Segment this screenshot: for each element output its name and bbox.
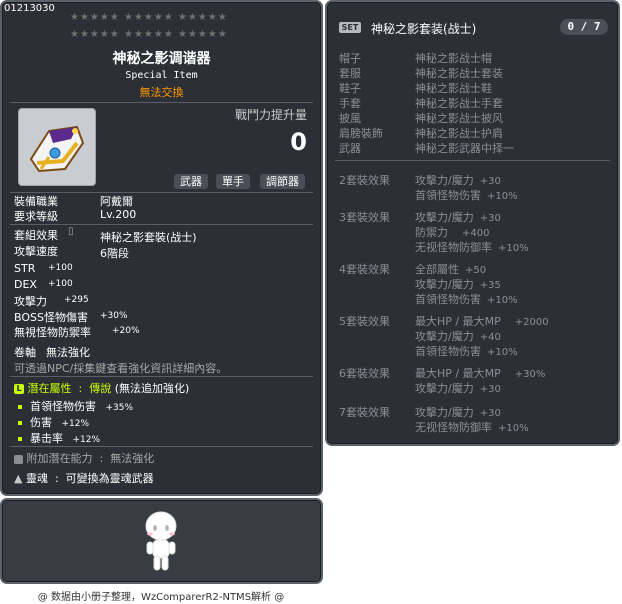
level-value: Lv.200 — [100, 208, 137, 221]
set-bonus-line: 首領怪物伤害 +10% — [415, 293, 518, 306]
set-bonus-label: 7套裝效果 — [339, 406, 390, 419]
additional-potential-icon — [14, 454, 23, 464]
bullet-icon — [18, 421, 22, 425]
stat-ignore-def-value: +20% — [112, 326, 140, 336]
set-bonus-line: 首領怪物伤害 +10% — [415, 345, 518, 358]
item-name: 神秘之影调谐器 — [112, 51, 211, 67]
set-effect-label: 套組效果 — [14, 229, 58, 242]
star-force-row-2: ★★★★★ ★★★★★ ★★★★★ — [70, 29, 228, 40]
stat-boss-damage-label: BOSS怪物傷害 — [14, 311, 88, 324]
set-bonus-line: 攻擊力/魔力 +40 — [415, 330, 501, 343]
scroll-value: 無法強化 — [46, 346, 90, 359]
potential-label: 潛在屬性 — [27, 382, 72, 395]
stat-dex-value: +100 — [48, 279, 73, 289]
potential-note: (無法追加強化) — [114, 382, 190, 395]
set-count: 0 / 7 — [560, 19, 608, 35]
tag-adjuster: 調節器 — [260, 174, 305, 189]
set-bonus-line: 攻擊力/魔力 +35 — [415, 278, 501, 291]
attack-speed-value: 6階段 — [100, 247, 129, 260]
stat-attack-value: +295 — [64, 295, 89, 305]
divider — [10, 224, 313, 225]
set-bonus-label: 4套裝效果 — [339, 263, 390, 276]
attack-speed-label: 攻擊速度 — [14, 245, 58, 258]
item-code: 01213030 — [4, 3, 55, 14]
set-bonus-line: 攻擊力/魔力 +30 — [415, 211, 501, 224]
lock-icon: ▯ — [68, 226, 74, 237]
potential-legend-icon: L — [14, 384, 24, 394]
item-icon-frame — [18, 108, 96, 186]
divider — [10, 446, 313, 447]
divider — [10, 102, 313, 103]
set-bonus-line: 无视怪物防御率 +10% — [415, 241, 529, 254]
set-bonus-label: 3套裝效果 — [339, 211, 390, 224]
set-badge: SET — [339, 22, 361, 33]
set-effect-value: 神秘之影套裝(战士) — [100, 231, 197, 244]
bullet-icon — [18, 437, 22, 441]
stat-attack-label: 攻擊力 — [14, 295, 47, 308]
bullet-icon — [18, 405, 22, 409]
potential-line: 暴击率 +12% — [18, 430, 100, 446]
job-value: 阿戴爾 — [100, 195, 133, 208]
potential-grade: 傳說 — [89, 382, 112, 395]
set-bonus-label: 5套裝效果 — [339, 315, 390, 328]
stat-boss-damage-value: +30% — [100, 311, 128, 321]
set-piece-row: 手套 神秘之影战士手套 — [339, 97, 503, 110]
set-info-panel: SET 神秘之影套装(战士) 0 / 7 帽子 神秘之影战士帽 套服 神秘之影战士套… — [325, 0, 620, 446]
set-piece-row: 武器 神秘之影武器中择一 — [339, 142, 514, 155]
set-piece-row: 披風 神秘之影战士披风 — [339, 112, 503, 125]
set-piece-row: 套服 神秘之影战士套装 — [339, 67, 503, 80]
additional-potential-row: 附加潛在能力 : 無法強化 — [14, 450, 154, 466]
potential-header: L 潛在屬性 : 傳說 (無法追加強化) — [14, 380, 189, 396]
set-bonus-line: 攻擊力/魔力 +30 — [415, 406, 501, 419]
set-bonus-line: 攻擊力/魔力 +30 — [415, 174, 501, 187]
avatar-figure-icon — [145, 511, 177, 571]
tag-one-handed: 單手 — [216, 174, 250, 189]
set-piece-row: 肩膀裝飾 神秘之影战士护肩 — [339, 127, 503, 140]
divider — [10, 376, 313, 377]
potential-line: 伤害 +12% — [18, 414, 89, 430]
set-bonus-line: 攻擊力/魔力 +30 — [415, 382, 501, 395]
set-bonus-line: 首領怪物伤害 +10% — [415, 189, 518, 202]
item-type-label: Special Item — [125, 70, 198, 81]
npc-enhance-note: 可透過NPC/採集鍵查看強化資訊詳細內容。 — [14, 362, 228, 375]
star-force-row-1: ★★★★★ ★★★★★ ★★★★★ — [70, 12, 228, 23]
stat-str-value: +100 — [48, 263, 73, 273]
footer-credit: @ 数据由小册子整理，WzComparerR2-NTMS解析 @ — [37, 592, 285, 603]
set-bonus-label: 2套裝效果 — [339, 174, 390, 187]
set-bonus-line: 最大HP / 最大MP +30% — [415, 367, 546, 380]
set-piece-row: 帽子 神秘之影战士帽 — [339, 52, 492, 65]
scroll-label: 卷軸 — [14, 346, 36, 359]
combat-power-value: 0 — [290, 128, 307, 156]
combat-power-label: 戰鬥力提升量 — [234, 108, 307, 122]
tag-weapon: 武器 — [174, 174, 208, 189]
level-label: 要求等級 — [14, 210, 58, 223]
divider — [335, 160, 610, 161]
avatar-preview-panel — [0, 498, 323, 584]
set-bonus-line: 全部屬性 +50 — [415, 263, 487, 276]
set-bonus-line: 防禦力 +400 — [415, 226, 490, 239]
set-bonus-line: 最大HP / 最大MP +2000 — [415, 315, 549, 328]
set-piece-row: 鞋子 神秘之影战士鞋 — [339, 82, 492, 95]
item-tooltip-panel: 01213030 ★★★★★ ★★★★★ ★★★★★ ★★★★★ ★★★★★ ★… — [0, 0, 323, 496]
stat-ignore-def-label: 無視怪物防禦率 — [14, 326, 91, 339]
weapon-item-icon — [29, 125, 85, 173]
stat-dex-label: DEX — [14, 278, 37, 291]
soul-flame-icon: ▲ — [14, 472, 23, 485]
set-bonus-label: 6套裝效果 — [339, 367, 390, 380]
set-bonus-line: 无视怪物防御率 +10% — [415, 421, 529, 434]
stat-str-label: STR — [14, 262, 36, 275]
trade-status: 無法交換 — [139, 86, 184, 99]
job-label: 裝備職業 — [14, 195, 58, 208]
set-title: 神秘之影套装(战士) — [371, 22, 477, 36]
potential-line: 首領怪物伤害 +35% — [18, 398, 133, 414]
soul-row: ▲ 靈魂 : 可變換為靈魂武器 — [14, 472, 154, 485]
